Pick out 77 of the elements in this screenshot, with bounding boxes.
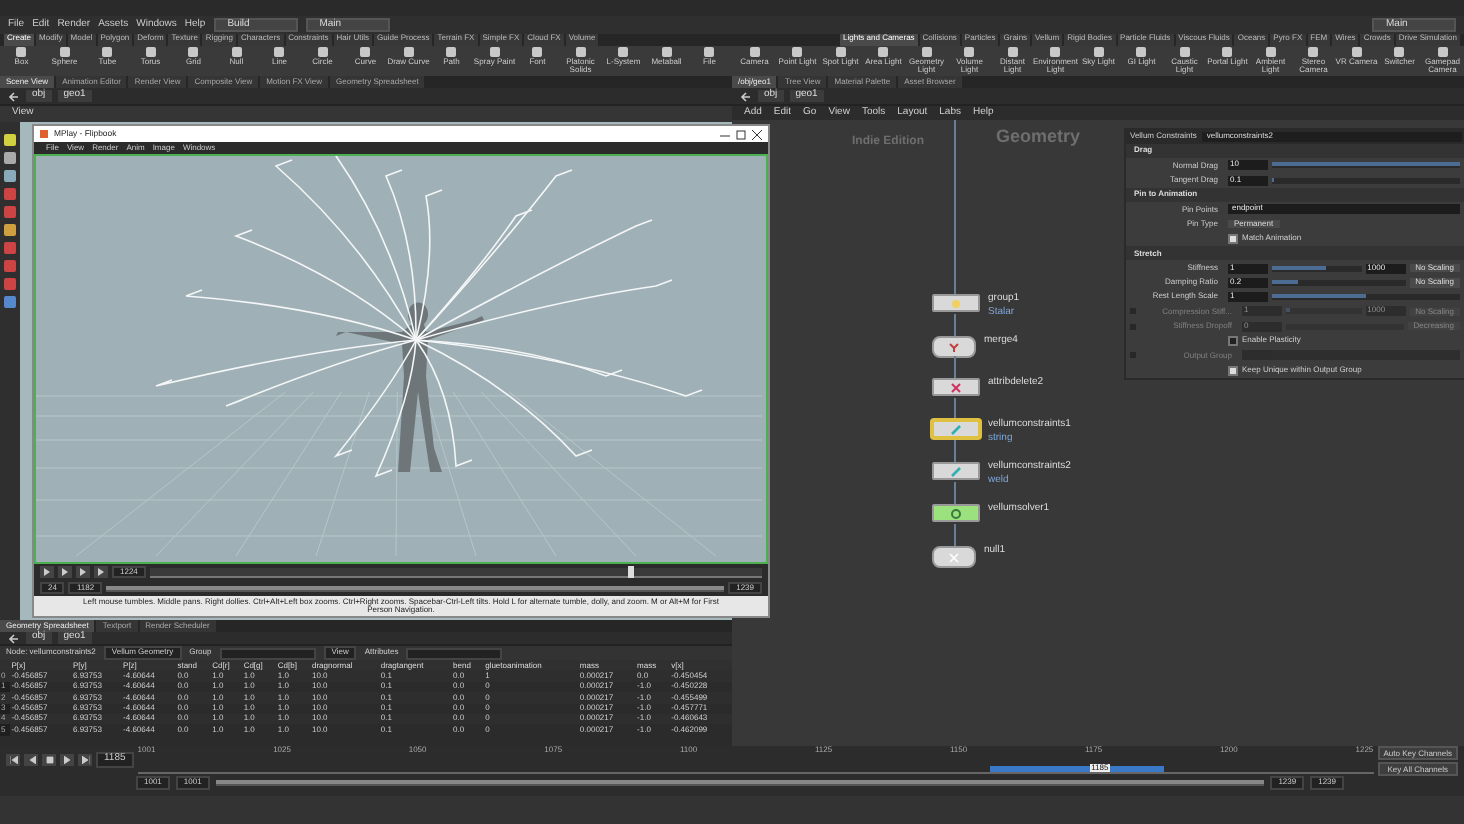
tool-icon	[876, 46, 891, 58]
tool-icon	[1220, 46, 1235, 58]
tool-icon	[272, 46, 287, 58]
tool-icon	[186, 46, 201, 58]
network-node[interactable]	[932, 504, 980, 522]
tool-icon	[1435, 46, 1450, 58]
tool-icon	[1005, 46, 1020, 58]
tool-icon	[1177, 46, 1192, 58]
network-node[interactable]	[932, 546, 976, 568]
node-type-icon	[950, 465, 962, 477]
playback-button[interactable]	[60, 754, 74, 766]
tool-icon	[1392, 46, 1407, 58]
tool-icon	[444, 46, 459, 58]
checkbox[interactable]	[1228, 365, 1238, 376]
connection-wire	[954, 524, 956, 546]
playhead[interactable]	[627, 565, 634, 578]
tool-icon	[229, 46, 244, 58]
tool-icon	[833, 46, 848, 58]
tool-icon	[747, 46, 762, 58]
network-node[interactable]	[932, 336, 976, 358]
tool-icon	[530, 46, 545, 58]
tool-icon	[143, 46, 158, 58]
checkbox[interactable]	[1228, 233, 1238, 244]
node-type-icon	[948, 341, 960, 353]
node-type-icon	[950, 423, 962, 435]
tool-icon	[487, 46, 502, 58]
tool-icon	[790, 46, 805, 58]
node-type-icon	[950, 297, 962, 309]
network-node[interactable]	[932, 420, 980, 438]
back-arrow-icon[interactable]	[740, 91, 752, 101]
tool-icon	[315, 46, 330, 58]
tool-icon	[1048, 46, 1063, 58]
tool-icon	[14, 46, 29, 58]
connection-wire	[954, 398, 956, 420]
tool-icon	[1134, 46, 1149, 58]
playback-button[interactable]	[58, 566, 72, 579]
playback-button[interactable]	[6, 754, 20, 766]
tool-icon	[57, 46, 72, 58]
playback-button[interactable]	[76, 566, 90, 579]
close-icon[interactable]	[752, 129, 762, 139]
tool-icon	[1349, 46, 1364, 58]
minimize-icon[interactable]	[720, 129, 730, 139]
tool-icon	[100, 46, 115, 58]
playback-button[interactable]	[94, 566, 108, 579]
tool-icon	[659, 46, 674, 58]
group-field[interactable]	[219, 647, 316, 659]
network-node[interactable]	[932, 462, 980, 480]
node-type-icon	[950, 381, 962, 393]
connection-wire	[954, 482, 956, 504]
network-node[interactable]	[932, 294, 980, 312]
tool-icon	[702, 46, 717, 58]
tool-icon	[1263, 46, 1278, 58]
tool-icon	[1306, 46, 1321, 58]
app-icon	[40, 130, 48, 138]
checkbox[interactable]	[1228, 336, 1238, 346]
slider-track[interactable]	[1272, 294, 1460, 301]
tool-icon	[962, 46, 977, 58]
network-node[interactable]	[932, 378, 980, 396]
node-type-icon	[950, 507, 962, 519]
playback-button[interactable]	[40, 566, 54, 579]
tool-icon	[401, 46, 416, 58]
connection-wire	[954, 440, 956, 462]
connection-wire	[954, 356, 956, 378]
node-type-icon	[948, 551, 960, 563]
playback-button[interactable]	[42, 754, 56, 766]
tool-icon	[616, 46, 631, 58]
attributes-field[interactable]	[406, 647, 503, 659]
tool-icon	[1091, 46, 1106, 58]
playback-button[interactable]	[78, 754, 92, 766]
tool-icon	[573, 46, 588, 58]
tool-icon	[358, 46, 373, 58]
back-arrow-icon[interactable]	[8, 633, 20, 643]
maximize-icon[interactable]	[736, 129, 746, 139]
back-arrow-icon[interactable]	[8, 91, 20, 101]
playback-button[interactable]	[24, 754, 38, 766]
connection-wire	[954, 314, 956, 336]
tool-icon	[919, 46, 934, 58]
